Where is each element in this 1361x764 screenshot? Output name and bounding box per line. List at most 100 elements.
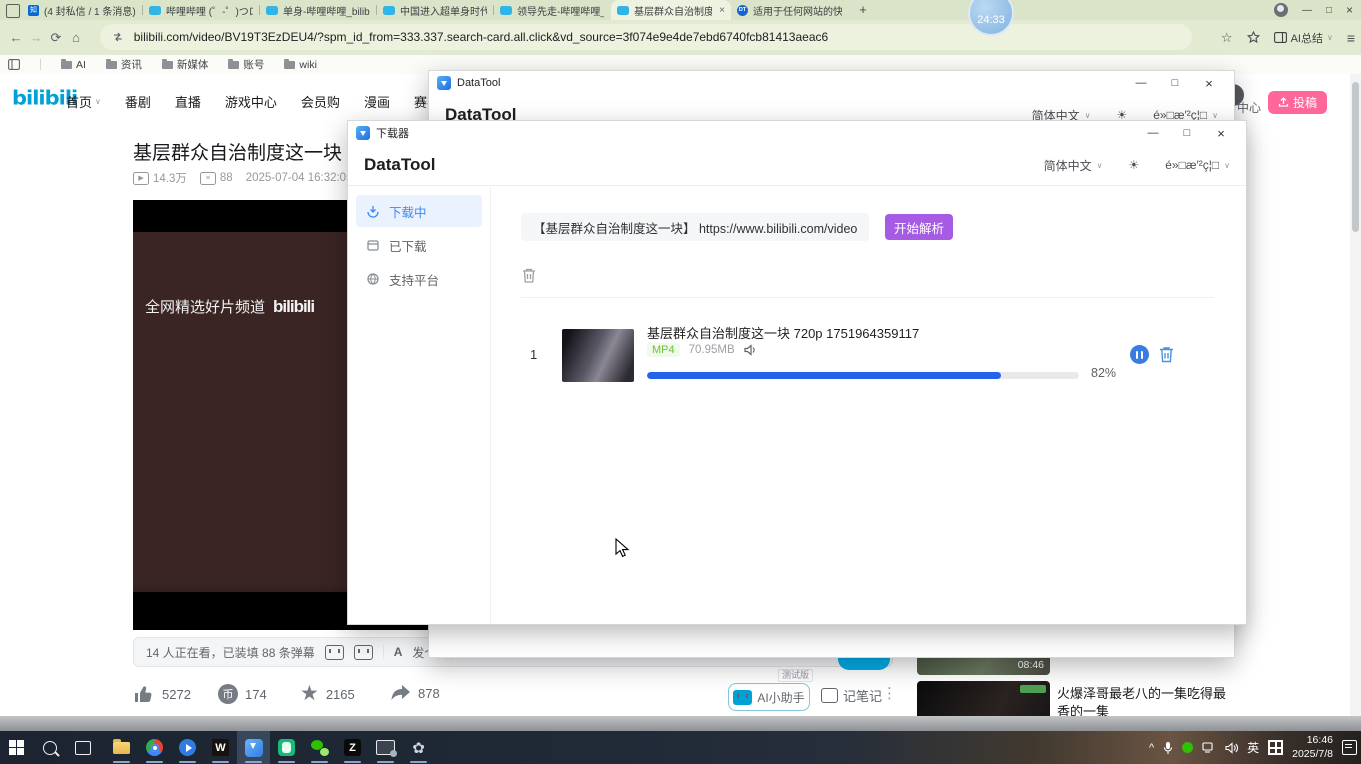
screen-share-icon[interactable] [369, 731, 402, 764]
ime-language-indicator[interactable]: 英 [1247, 739, 1259, 756]
sidebar-item-supported-platforms[interactable]: 支持平台 [356, 263, 482, 295]
nav-manga[interactable]: 漫画 [364, 92, 390, 111]
wechat-icon[interactable] [303, 731, 336, 764]
ai-helper-button[interactable]: AI小助手 [728, 683, 810, 711]
favorite-button[interactable]: ★ 2165 [300, 684, 355, 704]
tab-datatool-ext[interactable]: DT 适用于任何网站的快速 [731, 0, 848, 20]
downloader-main: 开始解析 1 基层群众自治制度这一块 720p 1751964359117 MP… [491, 187, 1246, 624]
close-button[interactable]: × [1204, 121, 1238, 145]
clock-time: 16:46 [1307, 734, 1333, 746]
forward-icon[interactable]: → [26, 30, 46, 45]
datatool-taskbar-icon[interactable] [237, 731, 270, 764]
maximize-button[interactable]: □ [1158, 71, 1192, 95]
progress-fill [647, 372, 1001, 379]
nav-vip-shop[interactable]: 会员购 [301, 92, 340, 111]
tray-expand-icon[interactable]: ^ [1149, 742, 1154, 754]
creator-center-partial[interactable]: 中心 [1237, 99, 1261, 116]
file-explorer-icon[interactable] [105, 731, 138, 764]
close-button[interactable]: × [1192, 71, 1226, 95]
green-app-icon[interactable] [270, 731, 303, 764]
page-scrollbar[interactable] [1350, 74, 1361, 716]
bookmark-zixun[interactable]: 资讯 [106, 57, 142, 72]
more-options-icon[interactable]: ⋮ [882, 684, 897, 702]
bookmark-zhanghao[interactable]: 账号 [228, 57, 264, 72]
browser-menu-icon[interactable]: ≡ [1347, 30, 1355, 46]
nav-bangumi[interactable]: 番剧 [125, 92, 151, 111]
nav-live[interactable]: 直播 [175, 92, 201, 111]
video-url-input[interactable] [521, 213, 869, 241]
tab-active-jiceng[interactable]: 基层群众自治制度 × [611, 0, 731, 20]
network-display-icon[interactable] [1202, 742, 1216, 753]
share-button[interactable]: 878 [390, 684, 440, 702]
folder-icon [106, 61, 117, 69]
microphone-icon[interactable] [1163, 741, 1173, 755]
datatool-titlebar[interactable]: DataTool — □ × [429, 71, 1234, 95]
nav-esports[interactable]: 赛事 [414, 92, 428, 111]
nav-game-center[interactable]: 游戏中心 [225, 92, 277, 111]
action-center-icon[interactable] [1342, 740, 1357, 755]
tab-lingdao[interactable]: 领导先走-哔哩哔哩_b [494, 0, 610, 20]
taskbar-search-icon[interactable] [33, 731, 66, 764]
tab-search-icon[interactable] [6, 4, 20, 18]
side-panel-icon[interactable] [8, 59, 20, 70]
clear-list-trash-icon[interactable] [521, 267, 537, 289]
chrome-icon[interactable] [138, 731, 171, 764]
start-button[interactable] [0, 731, 33, 764]
datatool-app-icon [437, 76, 451, 90]
pause-button[interactable] [1130, 345, 1149, 364]
home-icon[interactable]: ⌂ [66, 30, 86, 45]
coin-button[interactable]: 币 174 [218, 684, 267, 704]
maximize-button[interactable]: □ [1170, 121, 1204, 145]
downloader-titlebar[interactable]: 下载器 — □ × [348, 121, 1246, 145]
bookmark-xinmeiti[interactable]: 新媒体 [162, 57, 209, 72]
tab-danshen[interactable]: 单身-哔哩哔哩_bilibili [260, 0, 376, 20]
danmaku-font-icon[interactable]: A [394, 645, 403, 659]
language-select[interactable]: 简体中文∨ [1044, 157, 1103, 174]
post-video-button[interactable]: 投稿 [1268, 91, 1327, 114]
capcut-icon[interactable]: Z [336, 731, 369, 764]
tab-bilibili-home[interactable]: 哔哩哔哩 (゜-゜)つロ [143, 0, 259, 20]
bookmark-wiki[interactable]: wiki [284, 59, 317, 71]
theme-toggle-icon[interactable]: ☀ [1128, 158, 1139, 172]
wps-icon[interactable]: W [204, 731, 237, 764]
tab-chaodanshen[interactable]: 中国进入超单身时代_ [377, 0, 493, 20]
reload-icon[interactable]: ⟳ [46, 30, 66, 46]
volume-icon[interactable] [1225, 742, 1238, 754]
wechat-tray-icon[interactable] [1182, 742, 1193, 753]
browser-maximize-button[interactable]: □ [1326, 5, 1332, 16]
url-input[interactable] [132, 29, 1180, 45]
minimize-button[interactable]: — [1124, 71, 1158, 95]
danmaku-settings-icon[interactable] [354, 645, 373, 660]
back-icon[interactable]: ← [6, 30, 26, 45]
share-arrow-icon [390, 684, 411, 702]
media-player-icon[interactable] [171, 731, 204, 764]
task-view-icon[interactable] [66, 731, 99, 764]
downloader-header: DataTool 简体中文∨ ☀ é»□æ′²ç¦□∨ [348, 145, 1246, 186]
site-permissions-icon[interactable] [112, 31, 124, 43]
minimize-button[interactable]: — [1136, 121, 1170, 145]
tab-zhihu[interactable]: 知 (4 封私信 / 1 条消息) [22, 0, 142, 20]
new-tab-button[interactable]: + [854, 1, 872, 19]
bookmark-ai[interactable]: AI [61, 59, 86, 71]
play-count-icon: ▶ [133, 172, 149, 185]
take-notes-button[interactable]: 记笔记 [821, 686, 882, 705]
delete-task-button[interactable] [1158, 345, 1175, 368]
browser-minimize-button[interactable]: — [1302, 5, 1312, 16]
tab-close-icon[interactable]: × [719, 5, 725, 16]
browser-profile-avatar[interactable] [1274, 3, 1288, 17]
like-button[interactable]: 5272 [133, 684, 191, 704]
ime-grid-icon[interactable] [1268, 740, 1283, 755]
bookmark-star-icon[interactable]: ☆ [1221, 30, 1233, 46]
ai-summary-button[interactable]: AI总结∨ [1274, 30, 1333, 46]
flower-app-icon[interactable]: ✿ [402, 731, 435, 764]
browser-close-button[interactable]: × [1346, 3, 1353, 17]
sidebar-item-downloading[interactable]: 下载中 [356, 195, 482, 227]
danmaku-toggle-icon[interactable] [325, 645, 344, 660]
nav-home[interactable]: 首页∨ [66, 92, 101, 111]
coin-icon: 币 [218, 684, 238, 704]
sidebar-item-downloaded[interactable]: 已下载 [356, 229, 482, 261]
collections-icon[interactable] [1247, 31, 1260, 44]
mode-select[interactable]: é»□æ′²ç¦□∨ [1165, 158, 1230, 172]
taskbar-clock[interactable]: 16:46 2025/7/8 [1292, 734, 1333, 760]
start-parse-button[interactable]: 开始解析 [885, 214, 953, 240]
